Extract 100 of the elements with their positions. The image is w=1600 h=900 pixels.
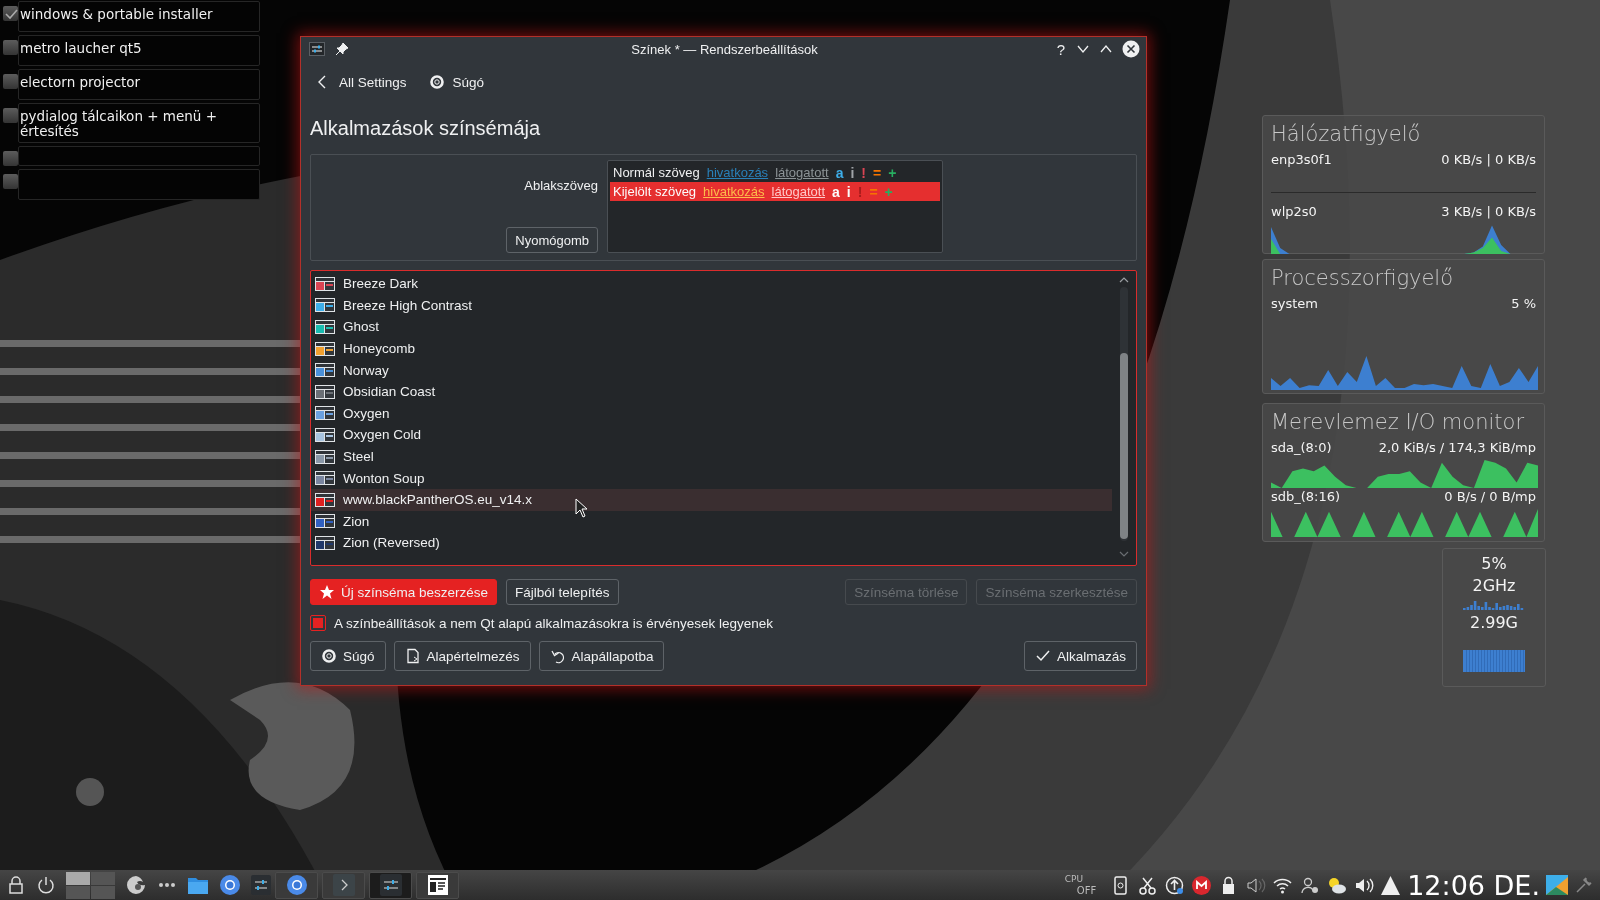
upload-icon[interactable] <box>1164 874 1186 896</box>
checkbox[interactable] <box>3 151 18 166</box>
color-scheme-icon[interactable] <box>1546 875 1568 895</box>
folder-icon[interactable] <box>187 875 209 895</box>
memory-bar <box>1463 650 1525 672</box>
scheme-item[interactable]: Honeycomb <box>311 337 1112 360</box>
transfer-rate: 3 KB/s | 0 KB/s <box>1441 203 1536 220</box>
window-title: Színek * — Rendszerbeállítások <box>631 41 818 57</box>
scheme-item[interactable]: Steel <box>311 445 1112 468</box>
scheme-item[interactable]: Zion <box>311 510 1112 533</box>
footer-button[interactable]: Alapállapotba <box>538 641 665 671</box>
widget-title: Hálózatfigyelő <box>1271 121 1422 148</box>
checkbox[interactable] <box>3 6 18 21</box>
app-icon <box>309 42 325 56</box>
expand-icon[interactable] <box>1380 874 1402 896</box>
cpu-state: OFF <box>1075 885 1097 897</box>
document-icon <box>404 648 421 664</box>
lifebuoy-icon <box>321 648 337 664</box>
task-button[interactable] <box>416 871 459 899</box>
scheme-item[interactable]: Breeze High Contrast <box>311 294 1112 317</box>
sample-mark: a <box>835 164 844 181</box>
help-button[interactable]: ? <box>1054 40 1067 58</box>
sample-button[interactable]: Nyomógomb <box>506 227 598 253</box>
sample-text: Kijelölt szöveg <box>613 184 697 199</box>
help-button[interactable]: Súgó <box>424 72 489 92</box>
desktop-cell[interactable] <box>66 885 90 899</box>
todo-item: windows & portable installer <box>18 1 260 32</box>
desktop-cell[interactable] <box>91 871 115 885</box>
scheme-item[interactable]: Wonton Soup <box>311 467 1112 489</box>
pin-icon[interactable] <box>335 42 349 56</box>
scheme-item[interactable]: Obsidian Coast <box>311 380 1112 403</box>
transfer-rate: 0 KB/s | 0 KB/s <box>1441 151 1536 168</box>
browser-icon[interactable] <box>219 874 241 896</box>
scheme-item[interactable]: Ghost <box>311 316 1112 338</box>
sample-text: Normál szöveg <box>613 165 700 180</box>
sample-mark: = <box>873 164 882 181</box>
power-icon[interactable] <box>36 875 56 895</box>
scheme-item[interactable]: Zion (Reversed) <box>311 532 1112 554</box>
todo-item: pydialog tálcaikon + menü + értesítés <box>18 103 260 143</box>
lifebuoy-icon <box>428 74 445 90</box>
settings-icon[interactable] <box>251 875 271 895</box>
checkbox[interactable] <box>3 108 18 123</box>
memory-usage: 2.99G <box>1470 612 1518 634</box>
page-heading: Alkalmazások színsémája <box>310 116 542 140</box>
clock[interactable]: 12:06 DE. <box>1407 869 1540 900</box>
preview-label: Ablakszöveg <box>524 178 598 193</box>
check-icon <box>1034 648 1051 664</box>
cursor-icon <box>575 498 589 518</box>
todo-item: metro laucher qt5 <box>18 35 260 66</box>
cloud-storage-icon[interactable] <box>1191 874 1213 896</box>
link-text[interactable]: látogatott <box>775 165 829 180</box>
desktop-cell[interactable] <box>91 885 115 899</box>
close-icon[interactable] <box>1122 40 1140 58</box>
desktop-cell[interactable] <box>66 871 90 885</box>
transfer-rate: 2,0 KiB/s / 174,3 KiB/mp <box>1378 439 1536 456</box>
checkbox[interactable] <box>3 74 18 89</box>
sensor-name: system <box>1271 295 1318 312</box>
checkbox[interactable] <box>310 615 326 631</box>
sensor-value: 5 % <box>1511 295 1536 312</box>
todo-item: electorn projector <box>18 69 260 100</box>
undo-icon <box>549 648 566 664</box>
task-button[interactable] <box>275 871 318 899</box>
scheme-item[interactable]: www.blackPantherOS.eu_v14.x <box>311 488 1112 511</box>
widget-title: Merevlemez I/O monitor <box>1271 409 1526 436</box>
interface-name: wlp2s0 <box>1271 203 1317 220</box>
footer-button[interactable]: Súgó <box>310 641 386 671</box>
transfer-rate: 0 B/s / 0 B/mp <box>1444 488 1536 505</box>
scheme-item[interactable]: Oxygen Cold <box>311 424 1112 446</box>
checkbox[interactable] <box>3 174 18 189</box>
scheme-item[interactable]: Breeze Dark <box>311 273 1112 295</box>
terminal-icon <box>332 874 355 896</box>
notes-icon <box>426 874 449 896</box>
sample-mark: i <box>850 164 855 181</box>
star-icon <box>319 584 335 600</box>
scheme-item[interactable]: Norway <box>311 359 1112 381</box>
sample-mark: + <box>888 164 897 181</box>
checkbox[interactable] <box>3 40 18 55</box>
settings-icon <box>379 874 402 896</box>
apply-button[interactable]: Alkalmazás <box>1023 641 1137 671</box>
get-new-button[interactable]: Új színséma beszerzése <box>310 579 498 605</box>
sample-mark: ! <box>857 183 863 200</box>
interface-name: enp3s0f1 <box>1271 151 1332 168</box>
link-text[interactable]: hivatkozás <box>706 165 769 180</box>
cpu-percent: 5% <box>1481 553 1507 575</box>
back-button[interactable]: All Settings <box>311 72 411 92</box>
disk-name: sdb_(8:16) <box>1271 488 1341 505</box>
action-button[interactable]: Fájlból telepítés <box>506 579 619 605</box>
todo-field[interactable] <box>18 146 260 166</box>
scheme-item[interactable]: Oxygen <box>311 402 1112 425</box>
lock-icon[interactable] <box>6 875 26 895</box>
sample-mark: = <box>869 183 878 200</box>
sample-mark: + <box>884 183 893 200</box>
wrench-icon[interactable] <box>1574 875 1594 895</box>
footer-button[interactable]: Alapértelmezés <box>393 641 531 671</box>
todo-field[interactable] <box>18 169 260 200</box>
cpu-frequency: 2GHz <box>1472 575 1516 597</box>
disk-name: sda_(8:0) <box>1271 439 1332 456</box>
widget-title: Processzorfigyelő <box>1271 265 1455 292</box>
sample-mark: a <box>832 183 840 200</box>
sample-mark: i <box>846 183 851 200</box>
